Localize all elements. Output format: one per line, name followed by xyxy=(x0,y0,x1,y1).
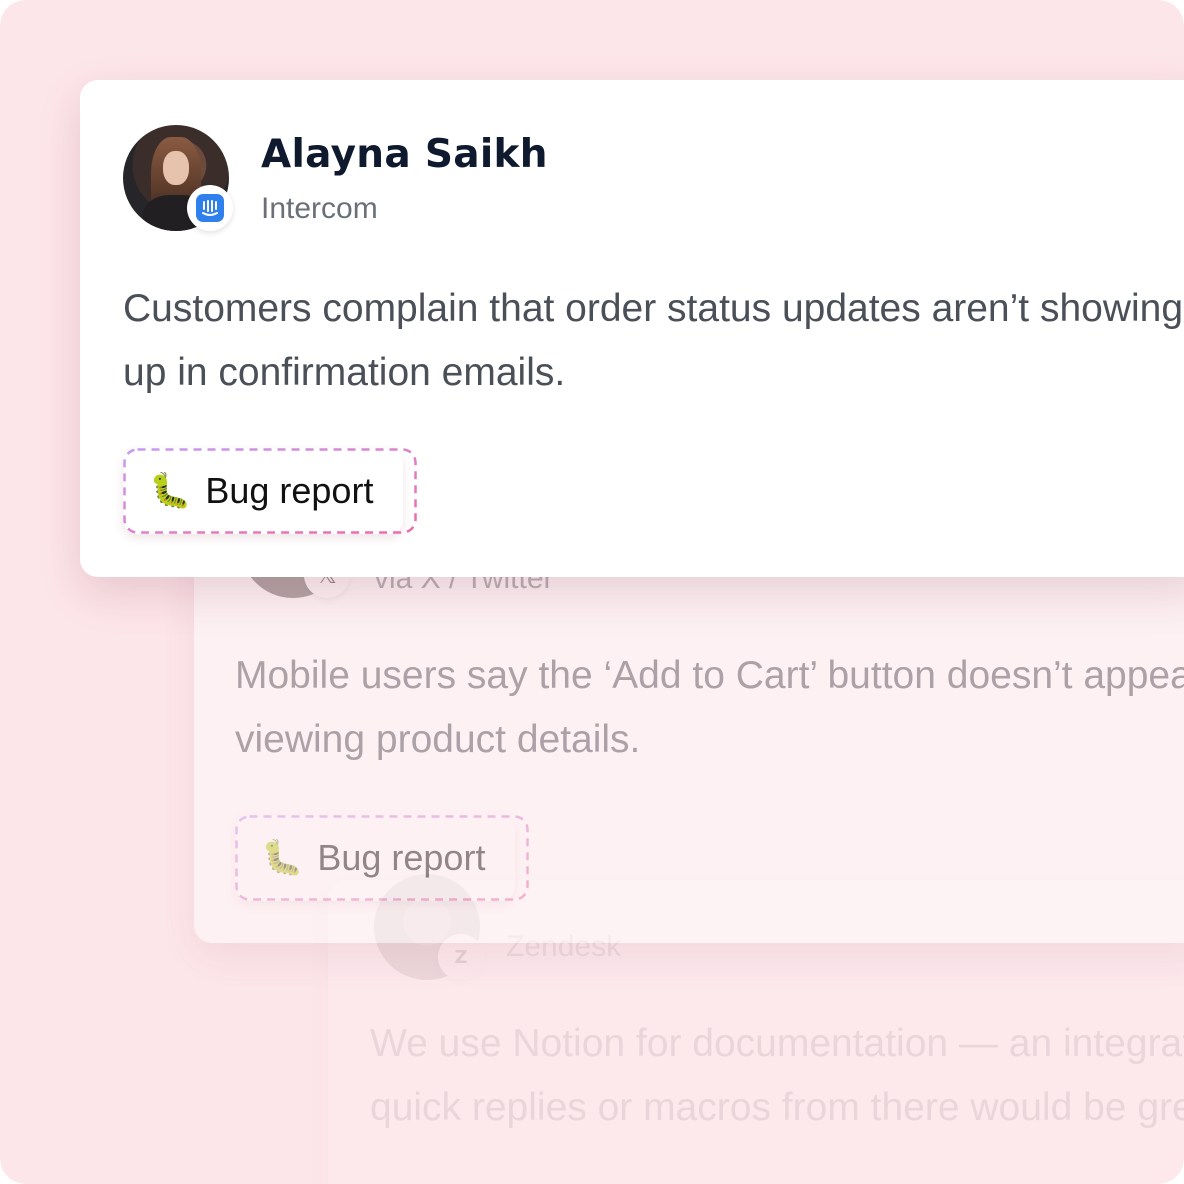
feedback-card-intercom[interactable]: Alayna Saikh Intercom Customers complain… xyxy=(80,80,1184,577)
bug-icon: 🐛 xyxy=(149,471,192,511)
customer-name: Alayna Saikh xyxy=(261,132,548,177)
tag-bug-report[interactable]: 🐛 Bug report xyxy=(123,448,417,534)
card-message-line-2: viewing product details. xyxy=(235,718,641,761)
app-canvas: Z Zendesk We use Notion for documentatio… xyxy=(0,0,1184,1184)
intercom-icon xyxy=(187,185,233,231)
card-source: Intercom xyxy=(261,192,378,225)
card-message-line-2: up in confirmation emails. xyxy=(123,351,566,394)
card-message-line-1: Mobile users say the ‘Add to Cart’ butto… xyxy=(235,654,1184,697)
card-message-line-2: quick replies or macros from there would… xyxy=(370,1086,1184,1129)
card-message-line-1: We use Notion for documentation — an int… xyxy=(370,1022,1184,1065)
card-message-line-1: Customers complain that order status upd… xyxy=(123,287,1184,330)
bug-icon: 🐛 xyxy=(261,838,304,878)
tag-label: Bug report xyxy=(317,837,486,878)
tag-label: Bug report xyxy=(205,470,374,511)
avatar xyxy=(123,125,233,231)
tag-bug-report[interactable]: 🐛 Bug report xyxy=(235,815,529,901)
